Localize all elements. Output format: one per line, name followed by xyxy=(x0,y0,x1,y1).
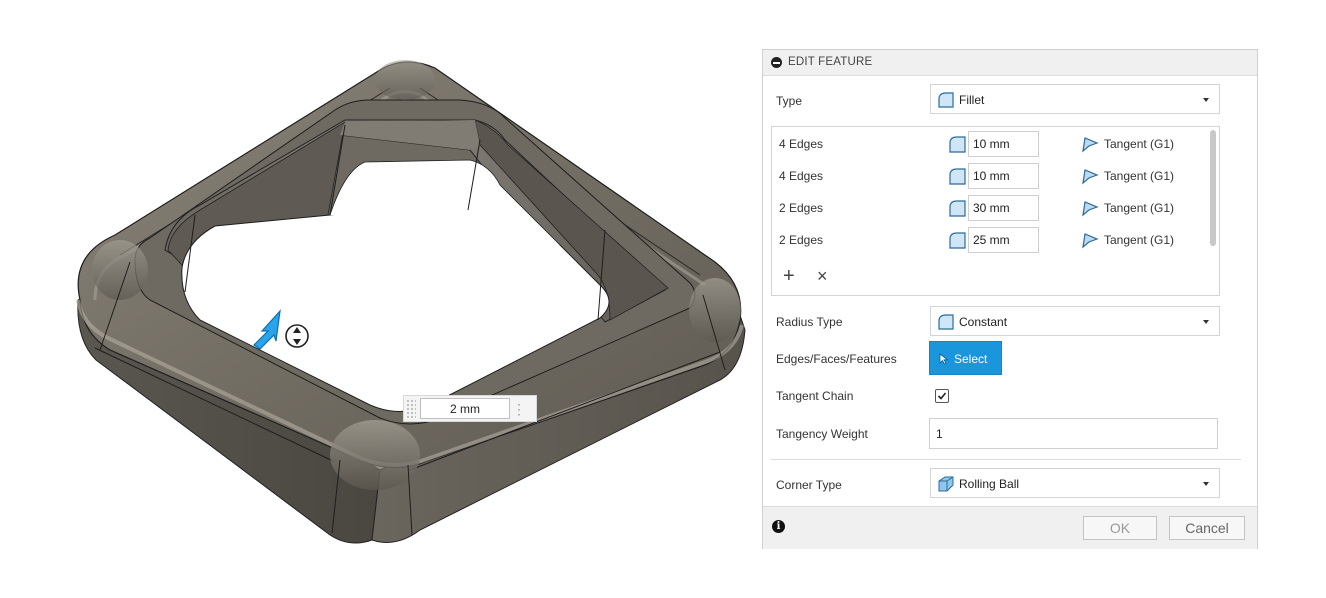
select-button-label: Select xyxy=(954,352,988,366)
edge-count: 2 Edges xyxy=(779,201,824,215)
edge-count: 4 Edges xyxy=(779,137,824,151)
radius-type-dropdown[interactable]: Constant xyxy=(930,306,1220,336)
tangency-weight-label: Tangency Weight xyxy=(776,427,868,441)
section-divider xyxy=(771,459,1241,460)
tangency-weight-input[interactable] xyxy=(929,418,1218,449)
edge-selection-table: 4 Edges Tangent (G1) 4 Edges Tangent (G1… xyxy=(771,126,1220,296)
tangent-chain-checkbox[interactable] xyxy=(935,389,949,403)
dialog-title: EDIT FEATURE xyxy=(788,56,873,68)
select-button[interactable]: Select xyxy=(929,341,1002,375)
cursor-icon xyxy=(939,353,949,365)
continuity-value[interactable]: Tangent (G1) xyxy=(1104,169,1174,183)
tangent-continuity-icon xyxy=(1082,233,1099,249)
chevron-down-icon xyxy=(1203,320,1209,324)
continuity-value[interactable]: Tangent (G1) xyxy=(1104,137,1174,151)
info-icon[interactable]: i xyxy=(772,520,785,533)
type-dropdown[interactable]: Fillet xyxy=(930,84,1220,114)
drag-grip-icon[interactable] xyxy=(406,399,416,419)
corner-type-label: Corner Type xyxy=(776,478,842,492)
tangent-chain-label: Tangent Chain xyxy=(776,389,854,403)
fillet-radius-icon xyxy=(949,232,966,249)
radius-input[interactable] xyxy=(968,163,1039,189)
table-row[interactable]: 4 Edges Tangent (G1) xyxy=(772,129,1219,157)
type-label: Type xyxy=(776,94,803,108)
fillet-radius-icon xyxy=(949,136,966,153)
type-value: Fillet xyxy=(959,93,985,107)
corner-type-dropdown[interactable]: Rolling Ball xyxy=(930,468,1220,498)
radius-type-value: Constant xyxy=(959,315,1008,329)
dimension-value-input[interactable] xyxy=(420,398,510,419)
edit-feature-dialog: EDIT FEATURE Type Fillet 4 Edges Tangent… xyxy=(762,49,1258,549)
fillet-radius-icon xyxy=(949,168,966,185)
radius-input[interactable] xyxy=(968,227,1039,253)
fillet-icon xyxy=(938,92,954,108)
radius-input[interactable] xyxy=(968,195,1039,221)
chevron-down-icon xyxy=(1203,482,1209,486)
table-row[interactable]: 2 Edges Tangent (G1) xyxy=(772,193,1219,221)
design-viewport[interactable]: ⋮ xyxy=(0,0,760,598)
edge-count: 2 Edges xyxy=(779,233,824,247)
table-row[interactable]: 4 Edges Tangent (G1) xyxy=(772,161,1219,189)
fillet-model[interactable] xyxy=(0,0,760,598)
checkmark-icon xyxy=(937,392,947,400)
fillet-radius-icon xyxy=(949,200,966,217)
radius-input[interactable] xyxy=(968,131,1039,157)
corner-type-value: Rolling Ball xyxy=(959,477,1020,491)
edge-count: 4 Edges xyxy=(779,169,824,183)
flip-direction-icon xyxy=(285,324,309,348)
selection-label: Edges/Faces/Features xyxy=(776,352,897,366)
rolling-ball-icon xyxy=(938,476,954,492)
continuity-value[interactable]: Tangent (G1) xyxy=(1104,201,1174,215)
close-icon[interactable]: × xyxy=(817,266,828,286)
table-row[interactable]: 2 Edges Tangent (G1) xyxy=(772,225,1219,253)
more-vertical-icon[interactable]: ⋮ xyxy=(512,400,526,418)
radius-type-label: Radius Type xyxy=(776,315,843,329)
tangent-continuity-icon xyxy=(1082,201,1099,217)
cancel-button[interactable]: Cancel xyxy=(1169,516,1245,540)
plus-icon[interactable]: + xyxy=(783,266,795,286)
drag-arrow-icon[interactable] xyxy=(248,305,310,355)
dialog-footer: i OK Cancel xyxy=(763,506,1257,549)
constant-radius-icon xyxy=(938,314,954,330)
tangent-continuity-icon xyxy=(1082,169,1099,185)
dimension-input-box: ⋮ xyxy=(403,395,537,422)
tangent-continuity-icon xyxy=(1082,137,1099,153)
ok-button[interactable]: OK xyxy=(1083,516,1157,540)
continuity-value[interactable]: Tangent (G1) xyxy=(1104,233,1174,247)
chevron-down-icon xyxy=(1203,98,1209,102)
collapse-icon[interactable] xyxy=(771,57,782,68)
table-scrollbar[interactable] xyxy=(1210,130,1216,246)
dialog-header: EDIT FEATURE xyxy=(763,50,1257,76)
